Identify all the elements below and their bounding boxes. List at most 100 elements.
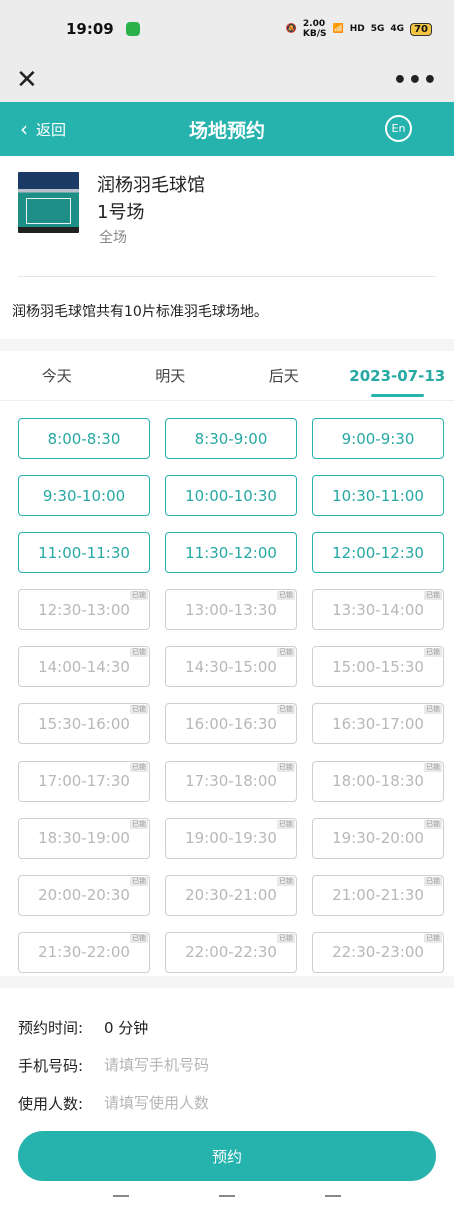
nav-back-icon[interactable] bbox=[325, 1195, 341, 1201]
phone-row: 手机号码: bbox=[18, 1046, 436, 1084]
duration-label: 预约时间: bbox=[18, 1018, 84, 1037]
time-slot[interactable]: 8:30-9:00 bbox=[165, 418, 297, 459]
status-time: 19:09 bbox=[66, 20, 114, 38]
time-slot-label: 17:00-17:30 bbox=[38, 772, 130, 791]
battery-icon: 70 bbox=[410, 22, 432, 36]
time-slot-label: 19:00-19:30 bbox=[185, 829, 277, 848]
time-slot[interactable]: 12:00-12:30 bbox=[312, 532, 444, 574]
time-slot-label: 22:00-22:30 bbox=[185, 943, 277, 962]
booking-form: 预约时间: 0 分钟 手机号码: 使用人数: bbox=[0, 988, 454, 1122]
locked-badge: 已锁 bbox=[424, 819, 442, 829]
time-slot-label: 8:30-9:00 bbox=[194, 429, 268, 448]
locked-badge: 已锁 bbox=[277, 876, 295, 886]
nav-menu-icon[interactable] bbox=[113, 1195, 129, 1201]
more-icon[interactable]: ••• bbox=[393, 68, 438, 93]
time-slot-label: 9:30-10:00 bbox=[42, 486, 126, 505]
court-name: 1号场 bbox=[97, 202, 145, 223]
time-slot-grid: 8:00-8:30 8:30-9:00 9:00-9:30 9:30-10:00 10:… bbox=[0, 401, 454, 976]
time-slot: 21:30-22:00 已锁 bbox=[18, 931, 150, 973]
locked-badge: 已锁 bbox=[130, 591, 148, 601]
time-slot-label: 11:00-11:30 bbox=[38, 543, 130, 562]
time-slot: 20:30-21:00 已锁 bbox=[165, 874, 297, 916]
people-label: 使用人数: bbox=[18, 1094, 84, 1113]
status-bar: 19:09 🔕 2.00 KB/S 📶 HD 5G 4G 70 bbox=[0, 0, 454, 58]
nav-home-icon[interactable] bbox=[219, 1195, 235, 1201]
tab-date[interactable]: 2023-07-13 bbox=[341, 351, 454, 401]
locked-badge: 已锁 bbox=[277, 933, 295, 943]
time-slot-label: 15:30-16:00 bbox=[38, 714, 130, 733]
submit-button[interactable]: 预约 bbox=[18, 1131, 436, 1181]
locked-badge: 已锁 bbox=[277, 762, 295, 772]
wechat-notification-icon bbox=[125, 22, 140, 36]
time-slot-label: 12:00-12:30 bbox=[332, 543, 424, 562]
time-slot-label: 20:30-21:00 bbox=[185, 886, 277, 905]
phone-label: 手机号码: bbox=[18, 1056, 84, 1075]
locked-badge: 已锁 bbox=[130, 933, 148, 943]
section-gap bbox=[0, 976, 454, 988]
close-icon[interactable]: ✕ bbox=[16, 67, 38, 93]
time-slot-label: 12:30-13:00 bbox=[38, 600, 130, 619]
tab-day-after[interactable]: 后天 bbox=[227, 351, 341, 401]
time-slot: 22:30-23:00 已锁 bbox=[312, 931, 444, 973]
locked-badge: 已锁 bbox=[424, 762, 442, 772]
time-slot-label: 10:00-10:30 bbox=[185, 486, 277, 505]
status-icons: 🔕 2.00 KB/S 📶 HD 5G 4G 70 bbox=[286, 19, 432, 39]
time-slot: 15:00-15:30 已锁 bbox=[312, 646, 444, 688]
locked-badge: 已锁 bbox=[277, 648, 295, 658]
time-slot-label: 14:00-14:30 bbox=[38, 657, 130, 676]
time-slot-label: 16:30-17:00 bbox=[332, 714, 424, 733]
locked-badge: 已锁 bbox=[277, 819, 295, 829]
locked-badge: 已锁 bbox=[424, 876, 442, 886]
venue-info: 润杨羽毛球馆 1号场 全场 bbox=[97, 172, 205, 276]
tab-tomorrow[interactable]: 明天 bbox=[114, 351, 228, 401]
duration-row: 预约时间: 0 分钟 bbox=[18, 1008, 436, 1046]
venue-card: 润杨羽毛球馆 1号场 全场 bbox=[0, 156, 454, 276]
time-slot[interactable]: 9:00-9:30 bbox=[312, 418, 444, 459]
time-slot: 22:00-22:30 已锁 bbox=[165, 931, 297, 973]
time-slot[interactable]: 10:30-11:00 bbox=[312, 475, 444, 517]
locked-badge: 已锁 bbox=[424, 591, 442, 601]
network-speed: 2.00 KB/S bbox=[302, 19, 327, 39]
time-slot: 12:30-13:00 已锁 bbox=[18, 589, 150, 631]
locked-badge: 已锁 bbox=[130, 762, 148, 772]
time-slot-label: 9:00-9:30 bbox=[341, 429, 415, 448]
wifi-icon: 📶 bbox=[332, 24, 344, 34]
phone-input[interactable] bbox=[104, 1056, 354, 1074]
time-slot[interactable]: 10:00-10:30 bbox=[165, 475, 297, 517]
time-slot-label: 13:00-13:30 bbox=[185, 600, 277, 619]
time-slot: 18:00-18:30 已锁 bbox=[312, 760, 444, 802]
locked-badge: 已锁 bbox=[424, 705, 442, 715]
time-slot: 17:30-18:00 已锁 bbox=[165, 760, 297, 802]
time-slot: 16:30-17:00 已锁 bbox=[312, 703, 444, 745]
time-slot: 18:30-19:00 已锁 bbox=[18, 817, 150, 859]
system-nav-bar bbox=[0, 1195, 454, 1209]
people-row: 使用人数: bbox=[18, 1084, 436, 1122]
time-slot-label: 14:30-15:00 bbox=[185, 657, 277, 676]
tab-today[interactable]: 今天 bbox=[0, 351, 114, 401]
time-slot-label: 18:00-18:30 bbox=[332, 772, 424, 791]
locked-badge: 已锁 bbox=[277, 591, 295, 601]
time-slot[interactable]: 11:00-11:30 bbox=[18, 532, 150, 574]
time-slot[interactable]: 9:30-10:00 bbox=[18, 475, 150, 517]
court-type: 全场 bbox=[99, 230, 127, 246]
time-slot-label: 11:30-12:00 bbox=[185, 543, 277, 562]
time-slot-label: 13:30-14:00 bbox=[332, 600, 424, 619]
browser-bar: ✕ ••• bbox=[0, 58, 454, 102]
time-slot: 13:00-13:30 已锁 bbox=[165, 589, 297, 631]
time-slot[interactable]: 8:00-8:30 bbox=[18, 418, 150, 459]
locked-badge: 已锁 bbox=[130, 705, 148, 715]
time-slot-label: 20:00-20:30 bbox=[38, 886, 130, 905]
locked-badge: 已锁 bbox=[130, 648, 148, 658]
time-slot-label: 17:30-18:00 bbox=[185, 772, 277, 791]
language-toggle-button[interactable]: En bbox=[385, 115, 412, 142]
back-button[interactable]: ‹ 返回 bbox=[20, 119, 66, 140]
time-slot-label: 21:00-21:30 bbox=[332, 886, 424, 905]
hd-icon: HD bbox=[349, 24, 365, 34]
time-slot[interactable]: 11:30-12:00 bbox=[165, 532, 297, 574]
locked-badge: 已锁 bbox=[424, 648, 442, 658]
duration-value: 0 分钟 bbox=[104, 1018, 149, 1037]
people-input[interactable] bbox=[104, 1094, 354, 1112]
time-slot-label: 16:00-16:30 bbox=[185, 714, 277, 733]
time-slot: 20:00-20:30 已锁 bbox=[18, 874, 150, 916]
locked-badge: 已锁 bbox=[130, 819, 148, 829]
